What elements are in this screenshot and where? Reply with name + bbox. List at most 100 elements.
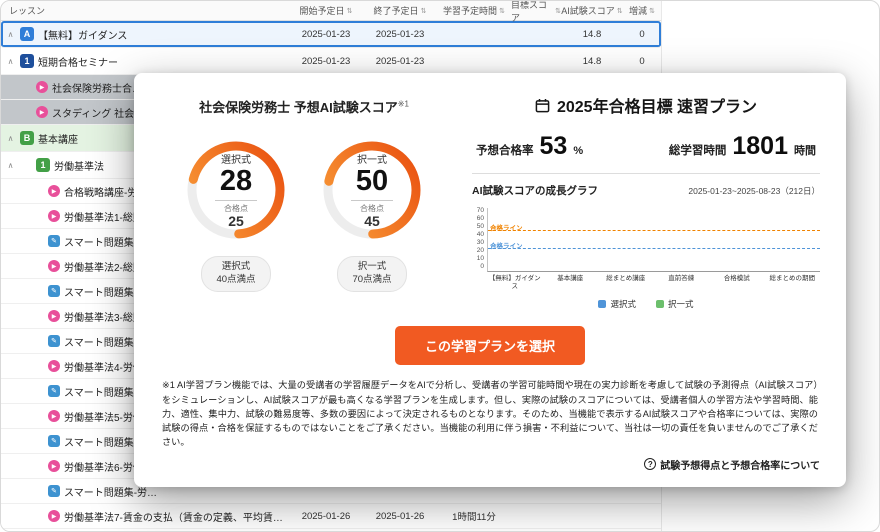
video-lesson-icon: ▶ <box>48 260 60 272</box>
lesson-cell: ▶ 労働基準法7-賃金の支払（賃金の定義、平均賃金） <box>1 509 289 524</box>
column-header-lesson[interactable]: レッスン <box>1 4 289 17</box>
column-header-label: 開始予定日 <box>300 4 345 17</box>
legend-swatch <box>656 300 664 308</box>
plan-title-text: 2025年合格目標 速習プラン <box>557 93 757 117</box>
score-gauge-1: 択一式50合格点45択一式70点満点 <box>318 136 426 292</box>
video-lesson-icon: ▶ <box>36 106 48 118</box>
smart-quiz-icon: ✎ <box>48 285 60 297</box>
y-tick-label: 20 <box>477 248 484 255</box>
modal-content: 社会保険労務士 予想AI試験スコア※1 選択式28合格点25選択式40点満点択一… <box>160 91 820 310</box>
table-row[interactable]: ∧A【無料】ガイダンス2025-01-232025-01-2314.80 <box>1 21 661 48</box>
column-header-label: 増減 <box>629 4 647 17</box>
divider <box>472 173 820 174</box>
predicted-score-value: 50 <box>356 166 388 196</box>
video-lesson-icon: ▶ <box>48 460 60 472</box>
column-header-target[interactable]: 目標スコア⇅ <box>511 0 561 24</box>
plan-title-row: 2025年合格目標 速習プラン <box>472 93 820 117</box>
x-tick-label: 直前答練 <box>654 275 710 291</box>
sort-icon: ⇅ <box>617 7 623 15</box>
table-header-row: レッスン開始予定日⇅終了予定日⇅学習予定時間⇅目標スコア⇅AI試験スコア⇅増減⇅ <box>1 1 661 21</box>
pass-score-label: 合格点 <box>360 203 384 214</box>
score-title-text: 社会保険労務士 予想AI試験スコア <box>199 100 398 115</box>
plan-stat-0: 予想合格率53% <box>476 132 583 161</box>
gauge-divider <box>351 200 393 201</box>
x-tick-label: 【無料】ガイダンス <box>487 275 543 291</box>
pass-score-value: 45 <box>364 214 380 229</box>
x-tick-label: 基本講座 <box>543 275 599 291</box>
y-tick-label: 60 <box>477 216 484 223</box>
smart-quiz-icon: ✎ <box>48 435 60 447</box>
ai-cell: 14.8 <box>561 56 623 67</box>
column-header-time[interactable]: 学習予定時間⇅ <box>437 4 511 17</box>
sort-icon: ⇅ <box>347 7 353 15</box>
end-cell: 2025-01-23 <box>363 29 437 40</box>
section-badge: 1 <box>36 158 50 172</box>
gauge-divider <box>215 200 257 201</box>
diff-cell: 0 <box>623 56 661 67</box>
score-panel: 社会保険労務士 予想AI試験スコア※1 選択式28合格点25選択式40点満点択一… <box>160 91 448 310</box>
collapse-caret[interactable]: ∧ <box>5 30 16 39</box>
column-header-ai[interactable]: AI試験スコア⇅ <box>561 4 623 17</box>
stat-label: 予想合格率 <box>476 142 534 158</box>
video-lesson-icon: ▶ <box>48 360 60 372</box>
lesson-label: 【無料】ガイダンス <box>38 27 127 42</box>
plan-stats: 予想合格率53% 総学習時間1801時間 <box>472 132 820 161</box>
column-header-label: 目標スコア <box>511 0 553 24</box>
legend-item-1: 択一式 <box>656 298 694 310</box>
predicted-score-value: 28 <box>220 166 252 196</box>
table-row[interactable]: ▶労働基準法7-賃金の支払（賃金の定義、平均賃金）2025-01-262025-… <box>1 504 661 529</box>
chart-plot-area: 合格ライン合格ライン <box>487 208 820 272</box>
start-cell: 2025-01-23 <box>289 56 363 67</box>
section-badge: 1 <box>20 54 34 68</box>
lesson-label: 労働基準法 <box>54 158 104 173</box>
score-gauge-0: 選択式28合格点25選択式40点満点 <box>182 136 290 292</box>
score-growth-chart: 706050403020100 合格ライン合格ライン <box>472 208 820 272</box>
start-cell: 2025-01-26 <box>289 511 363 522</box>
diff-cell: 0 <box>623 29 661 40</box>
help-link-label: 試験予想得点と予想合格率について <box>660 457 820 472</box>
column-header-end[interactable]: 終了予定日⇅ <box>363 4 437 17</box>
sort-icon: ⇅ <box>649 7 655 15</box>
column-header-diff[interactable]: 増減⇅ <box>623 4 661 17</box>
pill-type-label: 択一式 <box>352 261 391 274</box>
plan-panel: 2025年合格目標 速習プラン 予想合格率53%総学習時間1801時間 AI試験… <box>472 91 820 310</box>
score-panel-title: 社会保険労務士 予想AI試験スコア※1 <box>160 97 448 116</box>
video-lesson-icon: ▶ <box>48 310 60 322</box>
table-row[interactable]: ∧1短期合格セミナー2025-01-232025-01-2314.80 <box>1 48 661 75</box>
collapse-caret[interactable]: ∧ <box>5 134 16 143</box>
collapse-caret[interactable]: ∧ <box>5 161 16 170</box>
column-header-label: AI試験スコア <box>561 4 615 17</box>
x-tick-label: 合格模試 <box>709 275 765 291</box>
video-lesson-icon: ▶ <box>48 510 60 522</box>
max-score-pill: 選択式40点満点 <box>201 256 270 292</box>
score-type-label: 選択式 <box>221 151 251 166</box>
score-gauges: 選択式28合格点25選択式40点満点択一式50合格点45択一式70点満点 <box>160 136 448 292</box>
x-tick-label: 総まとめ講座 <box>598 275 654 291</box>
chart-y-axis: 706050403020100 <box>472 208 487 271</box>
lesson-cell: ∧A【無料】ガイダンス <box>1 27 289 42</box>
lesson-cell: ∧1短期合格セミナー <box>1 54 289 69</box>
y-tick-label: 30 <box>477 240 484 247</box>
chart-legend: 選択式 択一式 <box>472 298 820 310</box>
help-link[interactable]: ? 試験予想得点と予想合格率について <box>160 457 820 472</box>
smart-quiz-icon: ✎ <box>48 485 60 497</box>
video-lesson-icon: ▶ <box>48 185 60 197</box>
legend-label: 選択式 <box>610 298 636 310</box>
sort-icon: ⇅ <box>421 7 427 15</box>
lesson-label: 労働基準法7-賃金の支払（賃金の定義、平均賃金） <box>64 509 289 524</box>
score-ring: 択一式50合格点45 <box>318 136 426 244</box>
pill-max-label: 70点満点 <box>352 274 391 287</box>
select-plan-button[interactable]: この学習プランを選択 <box>395 326 585 365</box>
y-tick-label: 0 <box>480 264 484 271</box>
y-tick-label: 50 <box>477 224 484 231</box>
legend-item-0: 選択式 <box>598 298 636 310</box>
legend-swatch <box>598 300 606 308</box>
stat-label: 総学習時間 <box>669 142 727 158</box>
column-header-start[interactable]: 開始予定日⇅ <box>289 4 363 17</box>
collapse-caret[interactable]: ∧ <box>5 57 16 66</box>
plan-stat-1: 総学習時間1801時間 <box>669 132 816 161</box>
question-circle-icon: ? <box>644 458 656 470</box>
video-lesson-icon: ▶ <box>36 81 48 93</box>
chart-date-range: 2025-01-23~2025-08-23（212日） <box>688 185 820 197</box>
chart-x-axis: 【無料】ガイダンス基本講座総まとめ講座直前答練合格模試総まとめの期間 <box>487 275 820 291</box>
